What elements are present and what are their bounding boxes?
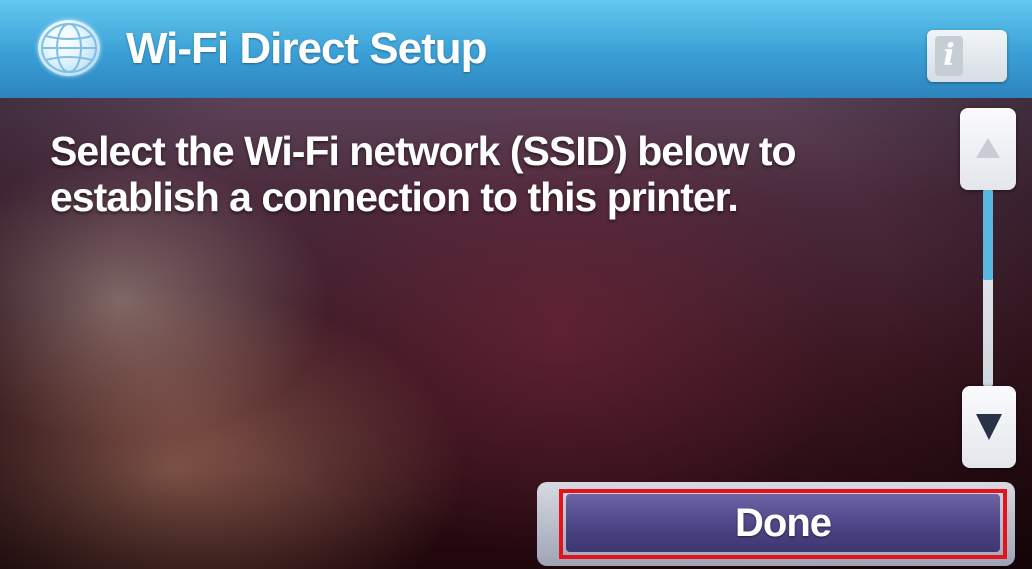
scrollbar-thumb[interactable]: [983, 190, 993, 280]
title-bar: Wi-Fi Direct Setup i: [0, 0, 1032, 98]
done-button[interactable]: Done: [566, 494, 1000, 552]
scroll-down-button[interactable]: [962, 386, 1016, 468]
instruction-message: Select the Wi-Fi network (SSID) below to…: [50, 128, 797, 220]
scrollbar[interactable]: [983, 190, 993, 386]
page-title: Wi-Fi Direct Setup: [126, 24, 488, 73]
printer-screen: Wi-Fi Direct Setup i Select the Wi-Fi ne…: [0, 0, 1032, 569]
scroll-up-button[interactable]: [960, 108, 1016, 190]
info-button[interactable]: i: [927, 30, 1007, 82]
globe-icon: [38, 20, 100, 76]
chevron-up-icon: [976, 138, 1000, 158]
info-icon: i: [935, 36, 963, 76]
chevron-down-icon: [976, 414, 1002, 440]
